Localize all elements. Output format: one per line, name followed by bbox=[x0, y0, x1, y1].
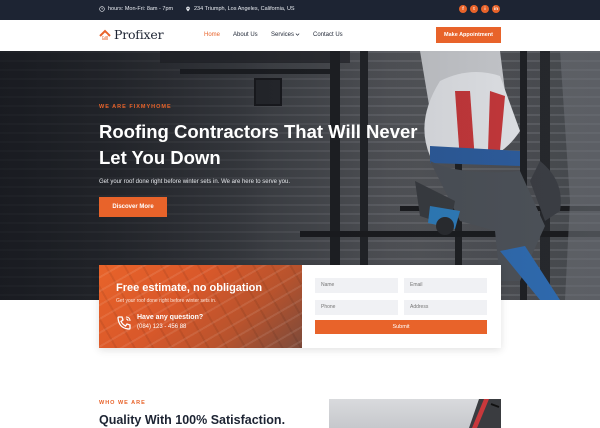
who-eyebrow: WHO WE ARE bbox=[99, 400, 146, 406]
submit-button[interactable]: Submit bbox=[315, 320, 487, 334]
nav-item-home[interactable]: Home bbox=[204, 32, 220, 38]
address-field[interactable] bbox=[404, 300, 487, 315]
hero-title: Roofing Contractors That Will Never Let … bbox=[99, 121, 418, 168]
discover-more-button[interactable]: Discover More bbox=[99, 197, 167, 217]
email-field[interactable] bbox=[404, 278, 487, 293]
facebook-icon[interactable]: f bbox=[459, 5, 467, 13]
name-field[interactable] bbox=[315, 278, 398, 293]
phone-field[interactable] bbox=[315, 300, 398, 315]
chevron-down-icon bbox=[295, 33, 300, 36]
hours-info: hours: Mon-Fri: 8am - 7pm bbox=[99, 6, 173, 12]
hero-eyebrow: WE ARE FIXMYHOME bbox=[99, 104, 172, 110]
phone-icon bbox=[117, 316, 131, 330]
logo[interactable]: Profixer bbox=[99, 27, 164, 42]
hero-section: WE ARE FIXMYHOME Roofing Contractors Tha… bbox=[0, 51, 600, 300]
make-appointment-button[interactable]: Make Appointment bbox=[436, 27, 501, 43]
nav-item-services-label: Services bbox=[271, 32, 295, 39]
phone-number[interactable]: (084) 123 - 456 88 bbox=[137, 324, 186, 330]
estimate-title: Free estimate, no obligation bbox=[116, 282, 263, 294]
nav-item-contact-us[interactable]: Contact Us bbox=[313, 32, 343, 38]
hours-text: hours: Mon-Fri: 8am - 7pm bbox=[108, 6, 174, 12]
nav-item-about-us[interactable]: About Us bbox=[233, 32, 258, 38]
who-we-are-image bbox=[329, 399, 501, 428]
address-text: 234 Triumph, Los Angeles, California, US bbox=[194, 6, 295, 12]
roof-logo-icon bbox=[99, 29, 111, 40]
roof-tiles-background bbox=[99, 265, 302, 348]
hero-subtitle: Get your roof done right before winter s… bbox=[99, 179, 290, 185]
twitter-icon[interactable]: t bbox=[470, 5, 478, 13]
instagram-icon[interactable]: i bbox=[481, 5, 489, 13]
linkedin-icon[interactable]: in bbox=[492, 5, 500, 13]
ladder-image bbox=[469, 399, 501, 428]
hero-overlay bbox=[0, 51, 600, 300]
top-bar: hours: Mon-Fri: 8am - 7pm 234 Triumph, L… bbox=[0, 0, 600, 20]
who-title: Quality With 100% Satisfaction. bbox=[99, 413, 286, 427]
estimate-banner: Free estimate, no obligation Get your ro… bbox=[99, 265, 302, 348]
clock-icon bbox=[99, 6, 105, 12]
map-pin-icon bbox=[186, 6, 190, 12]
question-label: Have any question? bbox=[137, 314, 204, 321]
estimate-subtitle: Get your roof done right before winter s… bbox=[116, 298, 217, 304]
logo-text: Profixer bbox=[114, 27, 164, 42]
nav-item-services[interactable]: Services bbox=[271, 32, 300, 38]
address-info: 234 Triumph, Los Angeles, California, US bbox=[185, 6, 295, 12]
main-navigation: Profixer Home About Us Services Contact … bbox=[0, 20, 600, 51]
social-links: f t i in bbox=[459, 5, 500, 13]
